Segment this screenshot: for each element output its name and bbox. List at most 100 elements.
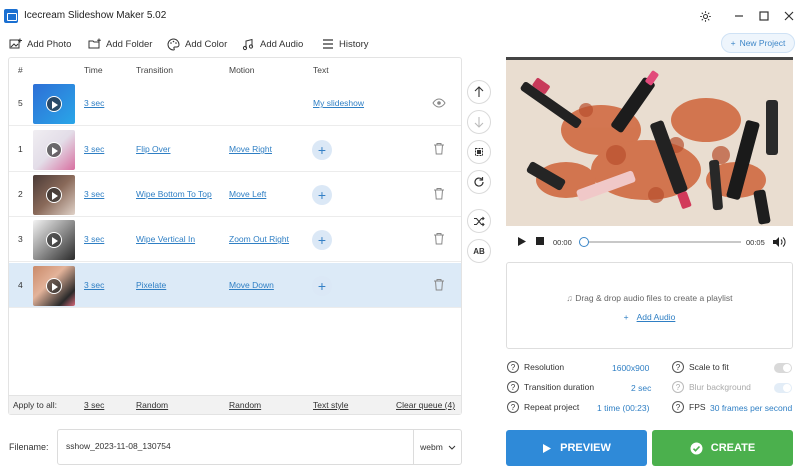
eye-icon[interactable] bbox=[432, 97, 446, 109]
plus-icon: + bbox=[623, 312, 629, 322]
help-icon[interactable]: ? bbox=[507, 381, 519, 393]
apply-label: Apply to all: bbox=[13, 400, 57, 410]
crop-icon bbox=[475, 148, 483, 156]
table-row[interactable]: 5 3 sec My slideshow bbox=[9, 81, 461, 126]
filename-input[interactable] bbox=[66, 441, 406, 451]
blur-background-label: Blur background bbox=[689, 382, 751, 392]
apply-transition-link[interactable]: Random bbox=[136, 400, 168, 410]
apply-text-style-link[interactable]: Text style bbox=[313, 400, 348, 410]
slide-thumbnail[interactable] bbox=[33, 84, 75, 124]
rotate-button[interactable] bbox=[467, 170, 491, 194]
help-icon[interactable]: ? bbox=[672, 401, 684, 413]
preview-button[interactable]: PREVIEW bbox=[506, 430, 647, 466]
play-icon[interactable] bbox=[46, 278, 62, 294]
crop-button[interactable] bbox=[467, 140, 491, 164]
apply-motion-link[interactable]: Random bbox=[229, 400, 261, 410]
shuffle-icon bbox=[474, 216, 485, 226]
row-motion-link[interactable]: Zoom Out Right bbox=[229, 234, 289, 244]
row-transition-link[interactable]: Wipe Bottom To Top bbox=[136, 189, 212, 199]
fps-setting: ? FPS bbox=[672, 401, 706, 413]
add-text-button[interactable]: + bbox=[312, 185, 332, 205]
play-icon[interactable] bbox=[46, 187, 62, 203]
row-motion-link[interactable]: Move Right bbox=[229, 144, 272, 154]
slide-thumbnail[interactable] bbox=[33, 266, 75, 306]
table-row[interactable]: 3 3 sec Wipe Vertical In Zoom Out Right … bbox=[9, 217, 461, 262]
table-row[interactable]: 1 3 sec Flip Over Move Right + bbox=[9, 127, 461, 172]
row-number: 1 bbox=[18, 144, 23, 154]
add-audio-button[interactable]: Add Audio bbox=[242, 36, 303, 52]
maximize-button[interactable] bbox=[754, 6, 774, 26]
play-icon[interactable] bbox=[46, 96, 62, 112]
add-photo-label: Add Photo bbox=[27, 38, 72, 50]
fps-value[interactable]: 30 frames per second bbox=[710, 403, 792, 413]
minimize-button[interactable] bbox=[729, 6, 749, 26]
apply-time-link[interactable]: 3 sec bbox=[84, 400, 104, 410]
play-button[interactable] bbox=[517, 236, 527, 247]
help-icon[interactable]: ? bbox=[507, 361, 519, 373]
new-project-button[interactable]: + New Project bbox=[721, 33, 795, 53]
settings-gear-icon[interactable] bbox=[695, 6, 715, 26]
row-motion-link[interactable]: Move Down bbox=[229, 280, 274, 290]
row-transition-link[interactable]: Wipe Vertical In bbox=[136, 234, 195, 244]
fps-label: FPS bbox=[689, 402, 706, 412]
history-label: History bbox=[339, 38, 369, 50]
slide-thumbnail[interactable] bbox=[33, 220, 75, 260]
add-audio-label: Add Audio bbox=[260, 38, 304, 50]
table-row[interactable]: 2 3 sec Wipe Bottom To Top Move Left + bbox=[9, 172, 461, 217]
add-photo-button[interactable]: Add Photo bbox=[9, 36, 71, 52]
seek-handle[interactable] bbox=[579, 237, 589, 247]
close-button[interactable] bbox=[779, 6, 799, 26]
move-up-button[interactable] bbox=[467, 80, 491, 104]
add-folder-button[interactable]: Add Folder bbox=[88, 36, 152, 52]
repeat-project-setting: ? Repeat project bbox=[507, 401, 579, 413]
row-transition-link[interactable]: Flip Over bbox=[136, 144, 170, 154]
create-button[interactable]: CREATE bbox=[652, 430, 793, 466]
music-note-icon: ♫ bbox=[566, 293, 576, 303]
transition-duration-value[interactable]: 2 sec bbox=[631, 383, 651, 393]
palette-icon bbox=[167, 37, 180, 51]
row-time-link[interactable]: 3 sec bbox=[84, 144, 104, 154]
help-icon[interactable]: ? bbox=[507, 401, 519, 413]
row-transition-link[interactable]: Pixelate bbox=[136, 280, 166, 290]
move-down-button[interactable] bbox=[467, 110, 491, 134]
sort-alphabetical-button[interactable]: AB bbox=[467, 239, 491, 263]
row-text-link[interactable]: My slideshow bbox=[313, 98, 364, 108]
format-dropdown[interactable]: webm bbox=[413, 430, 462, 464]
row-time-link[interactable]: 3 sec bbox=[84, 189, 104, 199]
preview-viewport[interactable] bbox=[506, 57, 793, 226]
seek-bar[interactable] bbox=[581, 241, 741, 243]
slide-thumbnail[interactable] bbox=[33, 175, 75, 215]
row-time-link[interactable]: 3 sec bbox=[84, 98, 104, 108]
help-icon[interactable]: ? bbox=[672, 381, 684, 393]
trash-icon[interactable] bbox=[433, 142, 445, 155]
trash-icon[interactable] bbox=[433, 187, 445, 200]
audio-drop-zone[interactable]: ♫ Drag & drop audio files to create a pl… bbox=[506, 262, 793, 349]
repeat-project-value[interactable]: 1 time (00:23) bbox=[597, 403, 649, 413]
row-time-link[interactable]: 3 sec bbox=[84, 280, 104, 290]
add-color-button[interactable]: Add Color bbox=[167, 36, 227, 52]
slide-thumbnail[interactable] bbox=[33, 130, 75, 170]
stop-button[interactable] bbox=[535, 236, 545, 246]
play-icon[interactable] bbox=[46, 232, 62, 248]
new-project-label: New Project bbox=[739, 38, 786, 48]
add-audio-link[interactable]: + Add Audio bbox=[507, 312, 792, 322]
blur-background-toggle[interactable] bbox=[774, 383, 792, 393]
add-text-button[interactable]: + bbox=[312, 276, 332, 296]
help-icon[interactable]: ? bbox=[672, 361, 684, 373]
clear-queue-link[interactable]: Clear queue (4) bbox=[396, 400, 455, 410]
add-folder-icon bbox=[88, 38, 101, 51]
row-motion-link[interactable]: Move Left bbox=[229, 189, 266, 199]
play-icon[interactable] bbox=[46, 142, 62, 158]
history-button[interactable]: History bbox=[321, 36, 369, 52]
trash-icon[interactable] bbox=[433, 232, 445, 245]
volume-icon[interactable] bbox=[772, 236, 786, 248]
add-text-button[interactable]: + bbox=[312, 230, 332, 250]
scale-to-fit-toggle[interactable] bbox=[774, 363, 792, 373]
blur-background-setting: ? Blur background bbox=[672, 381, 751, 393]
row-time-link[interactable]: 3 sec bbox=[84, 234, 104, 244]
shuffle-button[interactable] bbox=[467, 209, 491, 233]
table-row-selected[interactable]: 4 3 sec Pixelate Move Down + bbox=[9, 263, 461, 308]
resolution-value[interactable]: 1600x900 bbox=[612, 363, 649, 373]
trash-icon[interactable] bbox=[433, 278, 445, 291]
add-text-button[interactable]: + bbox=[312, 140, 332, 160]
